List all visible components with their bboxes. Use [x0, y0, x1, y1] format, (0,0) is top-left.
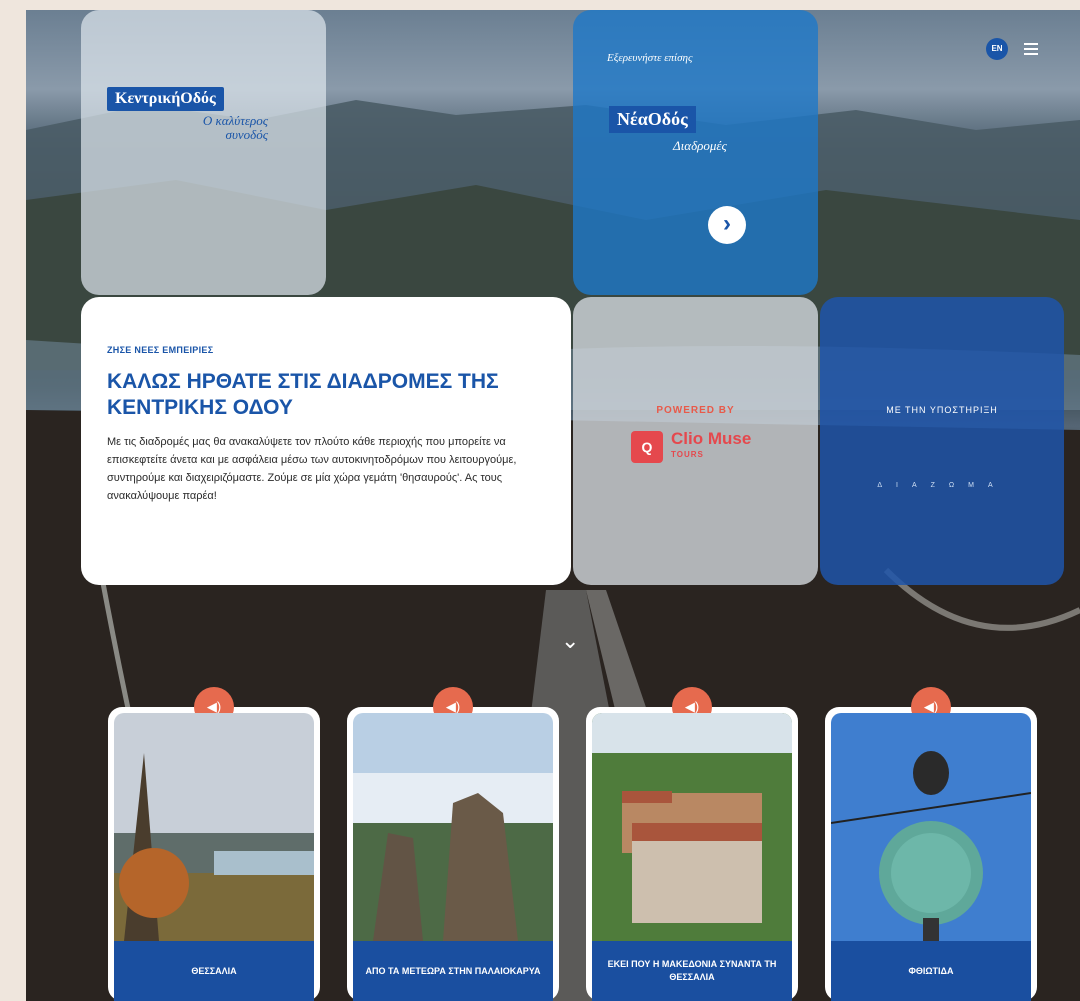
card-image: [114, 713, 314, 941]
powered-by-tile[interactable]: POWERED BY Q Clio Muse TOURS: [573, 297, 818, 585]
partner-tile[interactable]: Εξερευνήστε επίσης ΝέαΟδός Διαδρομές ›: [573, 10, 818, 295]
diazoma-logo: ΔΙΑΖΩΜΑ: [877, 482, 1007, 489]
support-label: ΜΕ ΤΗΝ ΥΠΟΣΤΗΡΙΞΗ: [886, 405, 998, 415]
clio-brand-sub: TOURS: [671, 450, 704, 459]
chevron-right-icon[interactable]: ›: [708, 206, 746, 244]
brand-logo-tile: ΚεντρικήΟδός Ο καλύτερος συνοδός: [81, 10, 326, 295]
card-title: ΦΘΙΩΤΙΔΑ: [831, 941, 1031, 1001]
card-image: [592, 713, 792, 941]
partner-logo: ΝέαΟδός: [609, 106, 696, 133]
route-card[interactable]: ◀) ΕΚΕΙ ΠΟΥ Η ΜΑΚΕΔΟΝΙΑ ΣΥΝΑΝΤΑ ΤΗ ΘΕΣΣΑ…: [586, 687, 798, 1001]
hero-background: EN ΚεντρικήΟδός Ο καλύτερος συνοδός Εξερ…: [26, 10, 1080, 1001]
clio-brand: Clio Muse: [671, 429, 752, 448]
welcome-title: ΚΑΛΩΣ ΗΡΘΑΤΕ ΣΤΙΣ ΔΙΑΔΡΟΜΕΣ ΤΗΣ ΚΕΝΤΡΙΚΗ…: [107, 370, 499, 419]
welcome-body: Με τις διαδρομές μας θα ανακαλύψετε τον …: [107, 436, 517, 502]
card-image: [831, 713, 1031, 941]
chevron-down-icon[interactable]: ⌄: [561, 628, 579, 654]
route-card[interactable]: ◀) ΦΘΙΩΤΙΔΑ: [825, 687, 1037, 1001]
hamburger-icon[interactable]: [1024, 43, 1038, 55]
card-title: ΕΚΕΙ ΠΟΥ Η ΜΑΚΕΔΟΝΙΑ ΣΥΝΑΝΤΑ ΤΗ ΘΕΣΣΑΛΙΑ: [592, 941, 792, 1001]
brand-tagline: Ο καλύτερος συνοδός: [202, 113, 268, 142]
welcome-eyebrow: ΖΗΣΕ ΝΕΕΣ ΕΜΠΕΙΡΙΕΣ: [107, 345, 214, 355]
brand-logo: ΚεντρικήΟδός: [107, 87, 224, 111]
welcome-card: ΖΗΣΕ ΝΕΕΣ ΕΜΠΕΙΡΙΕΣ ΚΑΛΩΣ ΗΡΘΑΤΕ ΣΤΙΣ ΔΙ…: [81, 297, 571, 585]
card-title: ΘΕΣΣΑΛΙΑ: [114, 941, 314, 1001]
support-tile[interactable]: ΜΕ ΤΗΝ ΥΠΟΣΤΗΡΙΞΗ ΔΙΑΖΩΜΑ: [820, 297, 1064, 585]
clio-muse-logo: Q Clio Muse TOURS: [631, 429, 752, 463]
card-image: [353, 713, 553, 941]
powered-by-label: POWERED BY: [656, 405, 735, 416]
language-switch[interactable]: EN: [986, 38, 1008, 60]
route-card[interactable]: ◀) ΘΕΣΣΑΛΙΑ: [108, 687, 320, 1001]
card-title: ΑΠΟ ΤΑ ΜΕΤΕΩΡΑ ΣΤΗΝ ΠΑΛΑΙΟΚΑΡΥΑ: [353, 941, 553, 1001]
partner-sub: Διαδρομές: [673, 138, 727, 153]
clio-mark-icon: Q: [631, 431, 663, 463]
partner-intro: Εξερευνήστε επίσης: [607, 52, 693, 64]
route-card[interactable]: ◀) ΑΠΟ ΤΑ ΜΕΤΕΩΡΑ ΣΤΗΝ ΠΑΛΑΙΟΚΑΡΥΑ: [347, 687, 559, 1001]
